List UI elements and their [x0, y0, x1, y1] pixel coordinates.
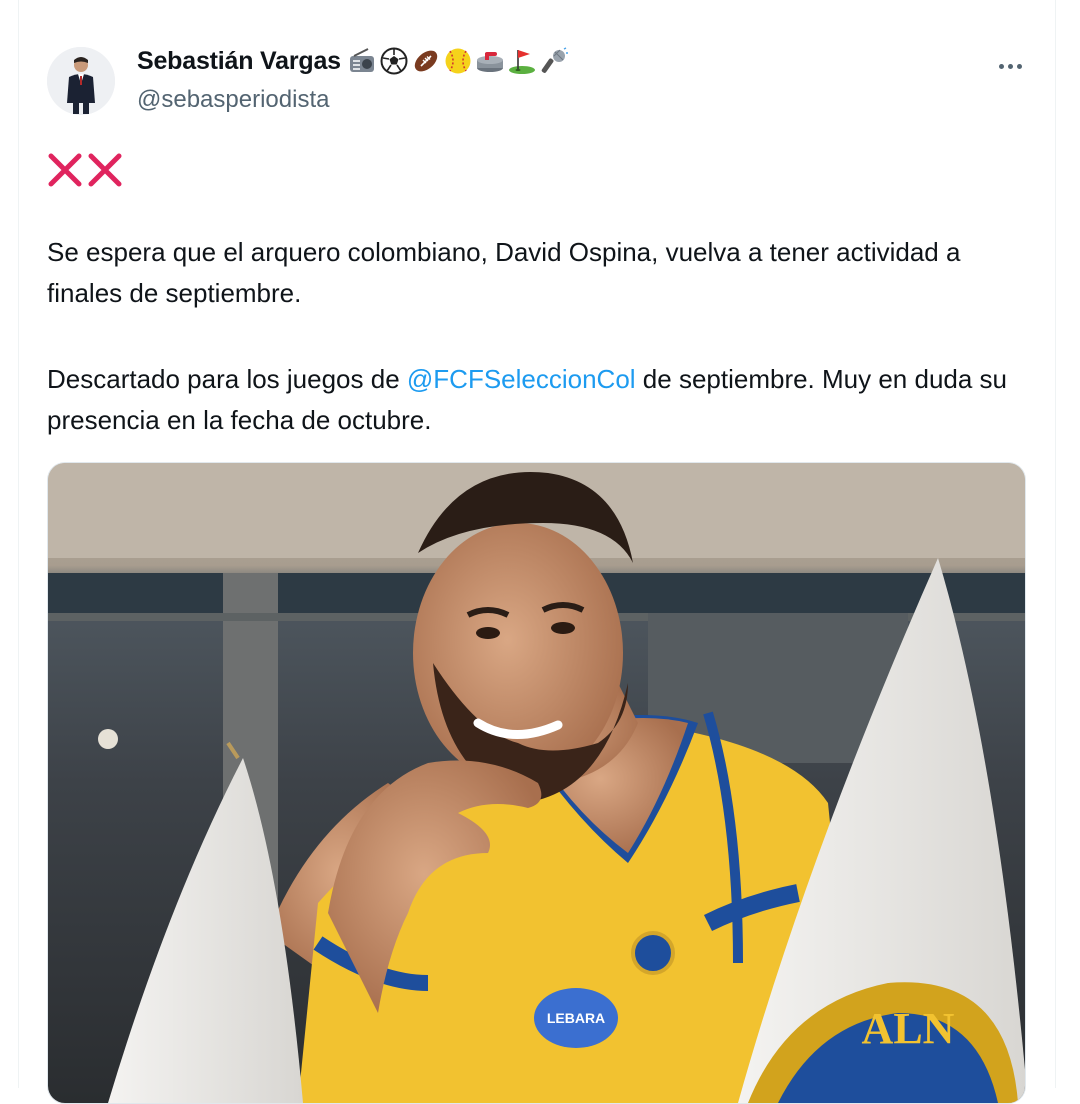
radio-icon	[347, 46, 377, 76]
cross-mark-icon	[48, 153, 122, 187]
mention-link[interactable]: @FCFSeleccionCol	[407, 364, 636, 394]
player-photo: LEBARA ALN	[48, 463, 1025, 1103]
golf-flag-icon	[507, 46, 537, 76]
microphone-icon	[539, 46, 569, 76]
dot-icon	[1007, 63, 1013, 69]
tweet-text-paragraph-1: Se espera que el arquero colombiano, Dav…	[47, 237, 961, 308]
author-name-row: Sebastián Vargas	[137, 46, 569, 76]
author-name[interactable]: Sebastián Vargas	[137, 47, 341, 76]
name-emojis	[347, 46, 569, 76]
tweet-text-paragraph-2: Descartado para los juegos de @FCFSelecc…	[47, 359, 1017, 441]
curling-stone-icon	[475, 46, 505, 76]
american-football-icon	[411, 46, 441, 76]
author-handle[interactable]: @sebasperiodista	[137, 86, 329, 114]
tweet-photo[interactable]: LEBARA ALN	[47, 462, 1026, 1104]
soccer-ball-icon	[379, 46, 409, 76]
more-options-button[interactable]	[992, 53, 1028, 79]
paragraph-2-start: Descartado para los juegos de	[47, 364, 407, 394]
softball-icon	[443, 46, 473, 76]
dot-icon	[998, 63, 1004, 69]
dot-icon	[1016, 63, 1022, 69]
flag-lettering: ALN	[862, 1004, 955, 1053]
jersey-sponsor-text: LEBARA	[547, 1010, 605, 1026]
cross-mark-emojis	[47, 150, 127, 195]
author-avatar[interactable]	[47, 47, 115, 115]
